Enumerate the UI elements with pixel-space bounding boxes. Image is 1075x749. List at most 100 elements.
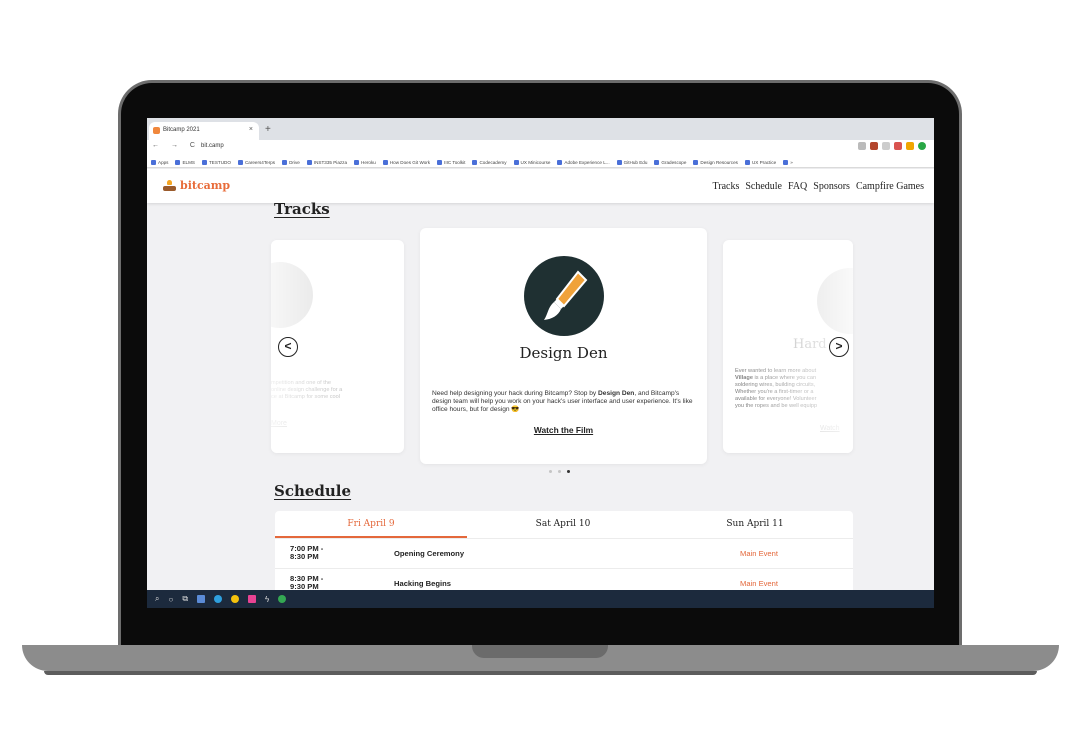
track-desc-right: Ever wanted to learn more about Village … — [735, 368, 818, 409]
carousel-dot[interactable] — [549, 470, 552, 473]
nav-tracks[interactable]: Tracks — [712, 181, 739, 192]
bookmark-item[interactable]: » — [783, 157, 793, 167]
bookmark-item[interactable]: Design Resources — [693, 157, 738, 167]
chrome-profile-icon[interactable] — [278, 595, 287, 603]
bookmark-item[interactable]: Codecademy — [472, 157, 507, 167]
bitcamp-logo[interactable]: bitcamp — [163, 179, 230, 192]
carousel-dot[interactable] — [558, 470, 561, 473]
bookmark-label: ELMS — [182, 159, 195, 165]
star-icon[interactable] — [858, 142, 866, 150]
tab-fri-april-9[interactable]: Fri April 9 — [275, 519, 467, 529]
bookmark-label: Adobe Experience L... — [564, 159, 610, 165]
schedule-row[interactable]: 7:00 PM - 8:30 PM Opening Ceremony Main … — [275, 539, 853, 569]
browser-tab[interactable]: Bitcamp 2021 × — [149, 122, 259, 140]
new-tab-button[interactable]: + — [265, 124, 271, 135]
event-location: Main Event — [740, 579, 778, 588]
bookmark-label: Apps — [158, 159, 169, 165]
nav-schedule[interactable]: Schedule — [745, 181, 782, 192]
site-nav: Tracks Schedule FAQ Sponsors Campfire Ga… — [712, 181, 924, 192]
extension-icon[interactable] — [882, 142, 890, 150]
site-header: bitcamp Tracks Schedule FAQ Sponsors Cam… — [147, 169, 934, 203]
lightning-icon[interactable]: ϟ — [265, 595, 269, 604]
bookmark-icon — [557, 159, 563, 165]
track-desc-left: mpetition and one of the online design c… — [271, 380, 343, 400]
bookmark-item[interactable]: Gradescope — [654, 157, 686, 167]
bookmark-label: TESTUDO — [209, 159, 231, 165]
tab-title: Bitcamp 2021 — [163, 127, 200, 133]
bookmark-icon — [437, 159, 443, 165]
app-icon[interactable] — [248, 595, 257, 603]
tab-sat-april-10[interactable]: Sat April 10 — [467, 519, 659, 529]
bookmark-label: Careers4Terps — [244, 159, 276, 165]
bookmark-icon — [513, 159, 519, 165]
extension-icon[interactable] — [906, 142, 914, 150]
browser-nav-buttons[interactable]: ← → C — [152, 142, 200, 149]
track-link-right[interactable]: Watch — [820, 425, 840, 432]
bookmark-item[interactable]: Careers4Terps — [237, 157, 276, 167]
profile-icon[interactable] — [918, 142, 926, 150]
schedule-heading: Schedule — [274, 482, 352, 500]
schedule-day-tabs: Fri April 9 Sat April 10 Sun April 11 — [275, 511, 853, 539]
track-link-left[interactable]: More — [271, 420, 287, 427]
bookmark-item[interactable]: How Does Git Work — [382, 157, 430, 167]
bookmark-icon — [306, 159, 312, 165]
chrome-icon[interactable] — [231, 595, 240, 603]
bookmark-item[interactable]: Apps — [151, 157, 168, 167]
bookmark-item[interactable]: Drive — [282, 157, 300, 167]
bookmark-label: Gradescope — [661, 159, 687, 165]
event-location: Main Event — [740, 549, 778, 558]
extension-icon[interactable] — [870, 142, 878, 150]
extension-icons — [858, 142, 926, 150]
task-view-icon[interactable]: ⧉ — [182, 594, 188, 604]
nav-sponsors[interactable]: Sponsors — [813, 181, 850, 192]
bookmark-label: GitHub Edu — [623, 159, 648, 165]
bookmarks-bar: Apps ELMS TESTUDO Careers4Terps Drive INST335… — [147, 154, 934, 168]
bookmark-item[interactable]: INST335 Piazza — [306, 157, 347, 167]
tab-close-icon[interactable]: × — [249, 126, 253, 133]
search-icon[interactable]: ⌕ — [155, 594, 159, 604]
bookmark-item[interactable]: ELMS — [175, 157, 195, 167]
track-desc-design-den: Need help designing your hack during Bit… — [432, 390, 693, 414]
file-explorer-icon[interactable] — [197, 595, 206, 603]
bookmark-icon — [354, 159, 360, 165]
tracks-heading: Tracks — [274, 200, 330, 218]
tab-sun-april-11[interactable]: Sun April 11 — [659, 519, 851, 529]
bookmark-icon — [151, 159, 156, 165]
carousel-next-arrow[interactable]: > — [829, 337, 849, 357]
cortana-icon[interactable]: ○ — [168, 595, 173, 604]
bookmark-item[interactable]: UX Practice — [744, 157, 776, 167]
bookmark-icon — [616, 159, 622, 165]
bookmark-label: » — [790, 159, 793, 165]
bookmark-item[interactable]: Heroku — [354, 157, 376, 167]
bookmark-icon — [237, 159, 243, 165]
event-time: 7:00 PM - 8:30 PM — [290, 544, 324, 562]
bookmark-label: Heroku — [361, 159, 376, 165]
watch-the-film-link[interactable]: Watch the Film — [420, 425, 707, 435]
event-name: Hacking Begins — [394, 579, 451, 588]
extension-icon[interactable] — [894, 142, 902, 150]
nav-campfire-games[interactable]: Campfire Games — [856, 181, 924, 192]
laptop-mockup: Bitcamp 2021 × + ← → C bit.camp Apps ELMS… — [0, 0, 1075, 749]
browser-tab-bar: Bitcamp 2021 × + — [147, 118, 934, 140]
carousel-prev-arrow[interactable]: < — [278, 337, 298, 357]
bookmark-icon — [472, 159, 478, 165]
url-field[interactable]: bit.camp — [201, 143, 224, 149]
bookmark-label: IIIC Toolkit — [444, 159, 466, 165]
edge-icon[interactable] — [214, 595, 223, 603]
bookmark-item[interactable]: GitHub Edu — [616, 157, 648, 167]
bookmark-item[interactable]: Adobe Experience L... — [557, 157, 610, 167]
bookmark-item[interactable]: IIIC Toolkit — [437, 157, 465, 167]
os-taskbar: ⌕ ○ ⧉ ϟ — [147, 590, 934, 608]
carousel-dot[interactable] — [567, 470, 570, 473]
track-card-design-den[interactable]: Design Den Need help designing your hack… — [420, 228, 707, 464]
track-title-design-den: Design Den — [519, 344, 608, 362]
active-tab-indicator — [275, 536, 467, 538]
bookmark-item[interactable]: UX Minicourse — [513, 157, 550, 167]
track-title-right: Hard — [793, 337, 827, 352]
address-bar: ← → C bit.camp — [147, 140, 934, 154]
bookmark-icon — [783, 159, 789, 165]
event-name: Opening Ceremony — [394, 549, 465, 558]
nav-faq[interactable]: FAQ — [788, 181, 807, 192]
bookmark-item[interactable]: TESTUDO — [202, 157, 231, 167]
logo-text: bitcamp — [180, 179, 231, 192]
